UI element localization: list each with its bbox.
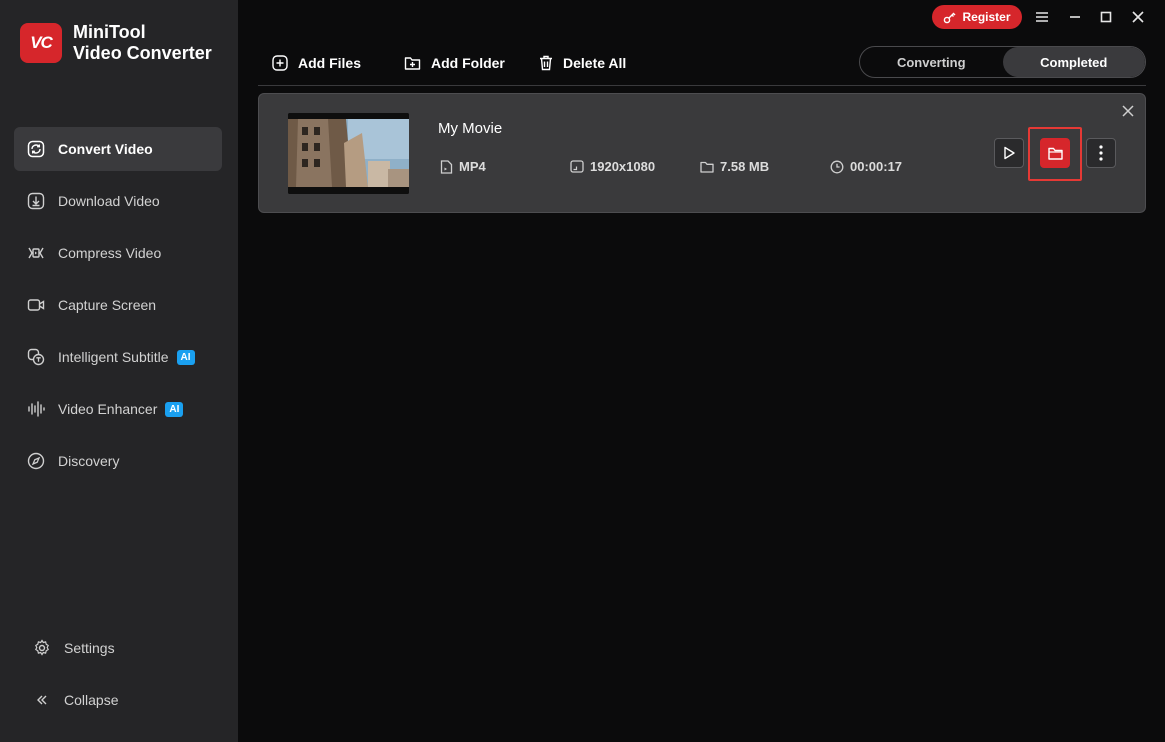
app-logo: VC MiniTool Video Converter xyxy=(20,22,212,64)
file-resolution: 1920x1080 xyxy=(570,159,655,174)
ai-badge: AI xyxy=(176,349,195,365)
subtitle-icon xyxy=(26,347,46,367)
sidebar-item-convert-video[interactable]: Convert Video xyxy=(14,127,222,171)
play-button[interactable] xyxy=(994,138,1024,168)
close-icon xyxy=(1122,105,1134,117)
maximize-icon xyxy=(1100,11,1112,23)
gear-icon xyxy=(32,638,52,658)
waveform-icon xyxy=(26,399,46,419)
video-thumbnail[interactable] xyxy=(288,113,409,194)
compress-icon xyxy=(26,243,46,263)
clock-icon xyxy=(830,160,844,173)
minimize-button[interactable] xyxy=(1065,8,1085,26)
tab-completed[interactable]: Completed xyxy=(1002,47,1145,77)
duration-value: 00:00:17 xyxy=(850,159,903,174)
minimize-icon xyxy=(1070,16,1080,18)
convert-icon xyxy=(26,139,46,159)
file-icon xyxy=(440,159,453,174)
sidebar-item-label: Convert Video xyxy=(58,141,153,157)
file-size: 7.58 MB xyxy=(700,159,769,174)
collapse-button[interactable]: Collapse xyxy=(20,680,220,720)
sidebar-item-compress-video[interactable]: Compress Video xyxy=(14,231,222,275)
sidebar-item-intelligent-subtitle[interactable]: Intelligent Subtitle AI xyxy=(14,335,222,379)
double-chevron-left-icon xyxy=(32,690,52,710)
app-name-line1: MiniTool xyxy=(73,22,146,42)
status-tabs: Converting Completed xyxy=(859,46,1146,78)
sidebar-item-label: Discovery xyxy=(58,453,120,469)
key-icon xyxy=(944,12,956,23)
camera-icon xyxy=(26,295,46,315)
format-value: MP4 xyxy=(459,159,486,174)
close-icon xyxy=(1132,11,1144,23)
file-duration: 00:00:17 xyxy=(830,159,902,174)
delete-all-button[interactable]: Delete All xyxy=(539,55,626,71)
add-folder-button[interactable]: Add Folder xyxy=(404,55,505,71)
sidebar-item-video-enhancer[interactable]: Video Enhancer AI xyxy=(14,387,222,431)
folder-icon xyxy=(700,161,714,173)
sidebar-item-discovery[interactable]: Discovery xyxy=(14,439,222,483)
compass-icon xyxy=(26,451,46,471)
toolbar-divider xyxy=(258,85,1146,86)
register-label: Register xyxy=(962,10,1011,24)
hamburger-icon xyxy=(1036,12,1048,22)
app-name-line2: Video Converter xyxy=(73,43,212,63)
file-format: MP4 xyxy=(440,159,486,174)
register-button[interactable]: Register xyxy=(932,5,1022,29)
sidebar-item-label: Compress Video xyxy=(58,245,162,261)
sidebar-item-label: Intelligent Subtitle xyxy=(58,349,169,365)
sidebar-item-download-video[interactable]: Download Video xyxy=(14,179,222,223)
more-options-button[interactable] xyxy=(1086,138,1116,168)
add-files-button[interactable]: Add Files xyxy=(272,55,361,71)
settings-button[interactable]: Settings xyxy=(20,628,220,668)
ai-badge: AI xyxy=(165,401,184,417)
collapse-label: Collapse xyxy=(64,692,119,708)
settings-label: Settings xyxy=(64,640,115,656)
sidebar-item-label: Download Video xyxy=(58,193,160,209)
add-folder-label: Add Folder xyxy=(431,55,505,71)
sidebar-nav: Convert Video Download Video Compress Vi… xyxy=(14,127,222,491)
play-icon xyxy=(1004,146,1015,160)
resolution-value: 1920x1080 xyxy=(590,159,656,174)
add-file-icon xyxy=(272,55,288,71)
remove-file-button[interactable] xyxy=(1121,104,1135,118)
sidebar-item-capture-screen[interactable]: Capture Screen xyxy=(14,283,222,327)
sidebar: VC MiniTool Video Converter Convert Vide… xyxy=(0,0,238,742)
add-folder-icon xyxy=(404,57,421,70)
logo-badge: VC xyxy=(20,23,62,63)
trash-icon xyxy=(540,55,552,71)
maximize-button[interactable] xyxy=(1096,8,1116,26)
download-icon xyxy=(26,191,46,211)
file-card: My Movie MP4 1920x1080 7.58 MB 00:00:17 xyxy=(258,93,1146,213)
close-window-button[interactable] xyxy=(1128,8,1148,26)
delete-all-label: Delete All xyxy=(563,55,627,71)
tab-converting[interactable]: Converting xyxy=(860,47,1003,77)
resolution-icon xyxy=(570,160,584,173)
sidebar-item-label: Capture Screen xyxy=(58,297,157,313)
add-files-label: Add Files xyxy=(298,55,362,71)
file-title: My Movie xyxy=(438,120,503,137)
menu-button[interactable] xyxy=(1032,8,1052,26)
more-vertical-icon xyxy=(1099,145,1103,161)
sidebar-item-label: Video Enhancer xyxy=(58,401,158,417)
size-value: 7.58 MB xyxy=(720,159,770,174)
highlight-box xyxy=(1028,127,1082,181)
